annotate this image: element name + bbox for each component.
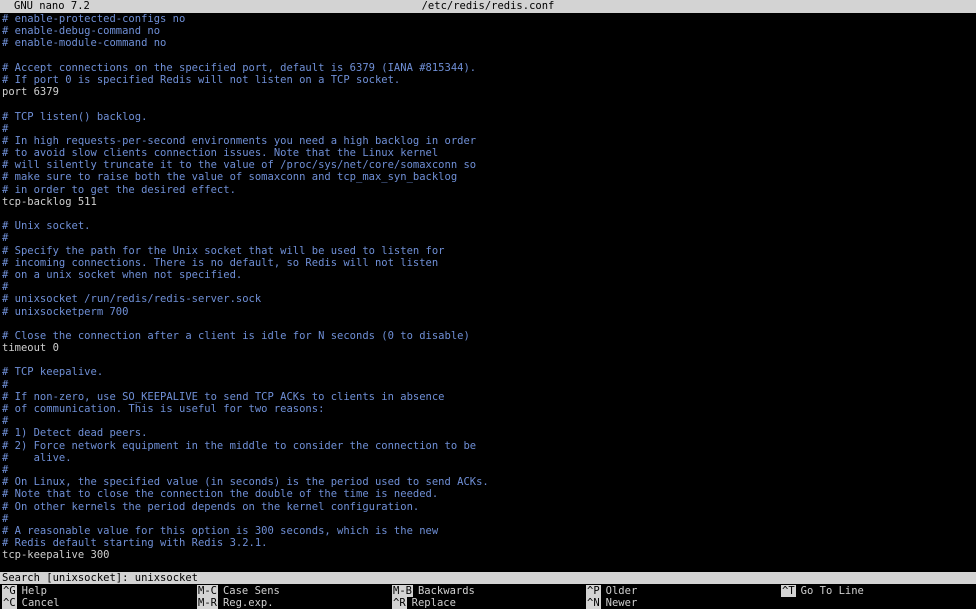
comment-line: # — [2, 463, 9, 476]
comment-line: # Specify the path for the Unix socket t… — [2, 244, 445, 257]
shortcut-go-to-line[interactable]: ^T Go To Line — [781, 585, 864, 597]
comment-line: # unixsocketperm 700 — [2, 305, 129, 318]
comment-line: # A reasonable value for this option is … — [2, 524, 439, 537]
comment-line: # On Linux, the specified value (in seco… — [2, 476, 489, 489]
shortcut-bar: ^G Help M-C Case Sens M-B Backwards ^P Older ^T G… — [0, 585, 976, 609]
config-line: tcp-keepalive 300 — [2, 549, 110, 562]
shortcut-key: M-R — [197, 597, 218, 609]
shortcut-key: M-B — [392, 585, 413, 597]
config-line: tcp-backlog 511 — [2, 195, 97, 208]
shortcut-backwards[interactable]: M-B Backwards — [392, 585, 475, 597]
comment-line: # make sure to raise both the value of s… — [2, 171, 458, 184]
shortcut-key: ^C — [2, 597, 17, 609]
comment-line: # on a unix socket when not specified. — [2, 268, 243, 281]
shortcut-replace[interactable]: ^R Replace — [392, 597, 456, 609]
search-input[interactable]: unixsocket — [135, 572, 198, 584]
comment-line: # of communication. This is useful for t… — [2, 403, 325, 415]
comment-line: # incoming connections. There is no defa… — [2, 256, 439, 269]
comment-line: # TCP listen() backlog. — [2, 110, 148, 123]
shortcut-label: Cancel — [21, 597, 60, 609]
shortcut-key: ^N — [586, 597, 601, 609]
comment-line: # — [2, 232, 9, 245]
title-bar: GNU nano 7.2 /etc/redis/redis.conf — [0, 0, 976, 13]
comment-line: # Note that to close the connection the … — [2, 488, 439, 501]
comment-line: # — [2, 122, 9, 135]
shortcut-label: Older — [605, 585, 638, 597]
comment-line: # — [2, 415, 9, 428]
shortcut-newer[interactable]: ^N Newer — [586, 597, 637, 609]
comment-line: # to avoid slow clients connection issue… — [2, 147, 439, 160]
shortcut-cancel[interactable]: ^C Cancel — [2, 597, 60, 609]
search-bar[interactable]: Search [unixsocket]: unixsocket — [0, 572, 976, 584]
shortcut-key: M-C — [197, 585, 218, 597]
comment-line: # TCP keepalive. — [2, 366, 104, 379]
comment-line: # — [2, 378, 9, 391]
comment-line: # Unix socket. — [2, 220, 91, 233]
comment-line: # will silently truncate it to the value… — [2, 159, 477, 172]
comment-line: # If port 0 is specified Redis will not … — [2, 73, 401, 86]
comment-line: # alive. — [2, 451, 72, 464]
comment-line: # On other kernels the period depends on… — [2, 500, 420, 513]
file-path: /etc/redis/redis.conf — [421, 0, 555, 12]
shortcut-key: ^P — [586, 585, 601, 597]
shortcut-label: Case Sens — [222, 585, 280, 597]
comment-line: # Accept connections on the specified po… — [2, 61, 477, 74]
shortcut-label: Help — [21, 585, 47, 597]
comment-line: # enable-debug-command no — [2, 25, 161, 38]
shortcut-case-sens[interactable]: M-C Case Sens — [197, 585, 280, 597]
comment-line: # 2) Force network equipment in the midd… — [2, 439, 477, 452]
shortcut-label: Newer — [605, 597, 638, 609]
comment-line: # — [2, 281, 9, 294]
comment-line: # In high requests-per-second environmen… — [2, 134, 477, 147]
comment-line: # — [2, 512, 9, 525]
shortcut-label: Reg.exp. — [222, 597, 274, 609]
shortcut-key: ^R — [392, 597, 407, 609]
editor-area[interactable]: # enable-protected-configs no # enable-de… — [2, 13, 972, 571]
config-line: timeout 0 — [2, 342, 59, 355]
comment-line: # Redis default starting with Redis 3.2.… — [2, 537, 268, 550]
shortcut-label: Replace — [411, 597, 456, 609]
comment-line: # unixsocket /run/redis/redis-server.soc… — [2, 293, 262, 306]
shortcut-help[interactable]: ^G Help — [2, 585, 47, 597]
search-prompt: Search [unixsocket]: — [2, 572, 135, 584]
shortcut-label: Backwards — [417, 585, 475, 597]
shortcut-key: ^T — [781, 585, 796, 597]
comment-line: # enable-protected-configs no — [2, 13, 186, 25]
comment-line: # If non-zero, use SO_KEEPALIVE to send … — [2, 390, 445, 403]
shortcut-label: Go To Line — [800, 585, 864, 597]
comment-line: # in order to get the desired effect. — [2, 183, 236, 196]
shortcut-older[interactable]: ^P Older — [586, 585, 637, 597]
comment-line: # 1) Detect dead peers. — [2, 427, 148, 440]
comment-line: # enable-module-command no — [2, 37, 167, 50]
config-line: port 6379 — [2, 86, 59, 99]
comment-line: # Close the connection after a client is… — [2, 329, 470, 342]
shortcut-key: ^G — [2, 585, 17, 597]
shortcut-reg-exp[interactable]: M-R Reg.exp. — [197, 597, 274, 609]
